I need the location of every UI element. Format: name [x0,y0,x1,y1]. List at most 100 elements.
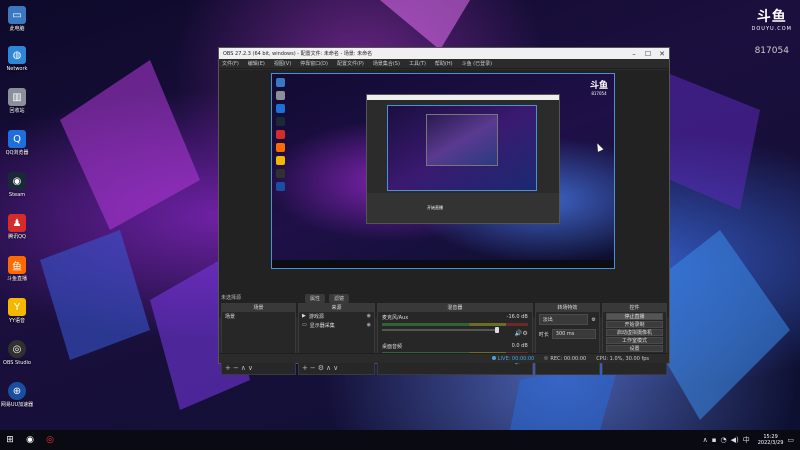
desktop-icon-network[interactable]: ◍ Network [0,46,34,72]
settings-button[interactable]: 设置 [605,345,663,352]
steam-icon: ◉ [8,172,26,190]
desktop-icon-douyu[interactable]: 鱼 斗鱼直播 [0,256,34,282]
steam-taskbar-icon[interactable]: ◉ [20,430,40,450]
volume-fader[interactable] [381,327,499,333]
obs-taskbar-icon[interactable]: ◎ [40,430,60,450]
scene-tools[interactable]: +−∧∨ [225,364,255,372]
live-label: LIVE: [497,355,511,362]
nested-obs-window: 开始直播 [366,94,560,224]
transitions-dock-title: 转场特效 [535,304,599,312]
douyu-logo: 斗鱼 [756,9,787,25]
sources-dock-title: 来源 [298,304,374,312]
windows-taskbar: ⊞ ◉ ◎ ∧ ▪ ◔ ◀) 中 15:29 2022/3/29 ▭ [0,430,800,450]
notification-icon[interactable]: ▭ [787,436,794,444]
visibility-eye-icon[interactable]: ◉ [367,313,371,320]
preview-desktop-icons [276,78,288,195]
rec-label: REC: [550,355,563,362]
transitions-dock: 转场特效 淡出 ⚙ 时长 300 ms [534,303,600,375]
windows-start-icon[interactable]: ⊞ [0,430,20,450]
menu-help[interactable]: 帮助(H) [435,60,453,67]
qq-browser-icon: Q [8,130,26,148]
studio-mode-button[interactable]: 工作室模式 [605,337,663,344]
monitor-icon: ▭ [301,322,307,328]
transition-type-row: 淡出 ⚙ [536,312,599,327]
douyu-watermark: 斗鱼 DOUYU.COM 817054 [752,6,793,56]
close-icon[interactable]: ✕ [655,50,669,58]
maximize-icon[interactable]: ☐ [641,50,655,58]
menu-file[interactable]: 文件(F) [222,60,239,67]
mixer-dock-title: 混音器 [377,304,532,312]
duration-input[interactable]: 300 ms [551,329,596,339]
desktop-icon-qq[interactable]: ♟ 腾讯QQ [0,214,34,240]
menu-tools[interactable]: 工具(T) [409,60,426,67]
obs-titlebar[interactable]: OBS 27.2.3 (64 bit, windows) - 配置文件: 未命名… [219,48,669,59]
source-list-item[interactable]: ▶ 游戏源 ◉ [299,312,374,321]
desktop-icon-recycle-bin[interactable]: ▥ 回收站 [0,88,34,114]
scenes-dock: 场景 场景 +−∧∨ [221,303,296,375]
preview-watermark: 斗鱼 817054 [590,78,608,96]
obs-docks: 场景 场景 +−∧∨ 来源 ▶ 游戏源 ◉ ▭ 显示器采集 ◉ +−⚙∧∨ 混音… [219,303,669,375]
minimize-icon[interactable]: – [627,50,641,58]
obs-window: OBS 27.2.3 (64 bit, windows) - 配置文件: 未命名… [218,47,670,375]
start-recording-button[interactable]: 开始录制 [605,321,663,328]
channel-db: -16.0 dB [506,314,528,320]
channel-name: 桌面音频 [381,344,402,350]
yy-icon: Y [8,298,26,316]
tray-app-icon[interactable]: ▪ [712,436,717,444]
douyu-url: DOUYU.COM [751,26,792,32]
cpu-status: CPU: 1.0%, 30.00 fps [596,355,649,362]
source-tools[interactable]: +−⚙∧∨ [302,364,340,372]
menu-view[interactable]: 视图(V) [274,60,291,67]
menu-douyu[interactable]: 斗鱼 (已登录) [462,60,493,67]
source-toolbar: 属性 滤镜 [305,294,350,303]
desktop-icon-label: OBS Studio [3,360,31,366]
menu-profile[interactable]: 配置文件(P) [337,60,364,67]
rec-status: REC: 00:00:00 [544,355,587,362]
desktop-icon-label: 网易UU加速器 [0,402,34,408]
game-capture-icon: ▶ [301,313,306,319]
obs-menubar: 文件(F) 编辑(E) 视图(V) 停靠窗口(D) 配置文件(P) 场景集合(S… [219,59,669,69]
stream-preview[interactable]: 斗鱼 817054 开始直播 [271,73,615,269]
desktop-icon-obs[interactable]: ◎ OBS Studio [0,340,34,366]
channel-name: 麦克风/Aux [381,315,409,321]
menu-scene-collection[interactable]: 场景集合(S) [373,60,400,67]
desktop-icon-label: Steam [8,192,26,198]
preview-area: 斗鱼 817054 开始直播 未选择源 属性 滤镜 场景 场景 +−∧∨ 来源 [219,70,669,375]
desktop-icon-this-pc[interactable]: ▭ 此电脑 [0,6,34,32]
transition-settings-icon[interactable]: ⚙ [591,317,595,323]
transition-duration-row: 时长 300 ms [536,327,599,341]
start-virtual-camera-button[interactable]: 启动虚拟摄像机 [605,329,663,336]
fader-knob[interactable] [494,327,499,333]
scene-list-item[interactable]: 场景 [222,312,295,321]
volume-meter [381,323,528,326]
desktop-icon-steam[interactable]: ◉ Steam [0,172,34,198]
visibility-eye-icon[interactable]: ◉ [367,322,371,329]
filters-button[interactable]: 滤镜 [329,294,350,303]
properties-button[interactable]: 属性 [305,294,326,303]
system-clock[interactable]: 15:29 2022/3/29 [758,434,784,446]
speaker-gear-icon[interactable]: 🔊⚙ [515,330,528,337]
stop-streaming-button[interactable]: 停止直播 [605,313,663,320]
qq-penguin-icon: ♟ [8,214,26,232]
rec-time: 00:00:00 [563,355,587,362]
desktop-icon-qq-browser[interactable]: Q QQ浏览器 [0,130,34,156]
preview-taskbar [272,260,614,268]
volume-tray-icon[interactable]: ◀) [731,436,739,444]
desktop-icon-label: 腾讯QQ [8,234,26,240]
menu-docks[interactable]: 停靠窗口(D) [300,60,328,67]
obs-icon: ◎ [8,340,26,358]
live-status: LIVE: 00:00:00 [491,355,534,362]
desktop-icon-uu[interactable]: ⊕ 网易UU加速器 [0,382,34,408]
menu-edit[interactable]: 编辑(E) [248,60,265,67]
recycle-bin-icon: ▥ [8,88,26,106]
tray-expand-icon[interactable]: ∧ [703,436,708,444]
obs-window-title: OBS 27.2.3 (64 bit, windows) - 配置文件: 未命名… [223,51,373,57]
input-method-icon[interactable]: 中 [743,435,750,445]
no-source-selected-label: 未选择源 [221,295,242,301]
network-tray-icon[interactable]: ◔ [721,436,727,444]
transition-type-select[interactable]: 淡出 [538,314,589,325]
desktop-icon-label: 此电脑 [9,26,25,32]
desktop-icon-yy[interactable]: Y YY语音 [0,298,34,324]
source-list-item[interactable]: ▭ 显示器采集 ◉ [299,321,374,330]
sources-dock: 来源 ▶ 游戏源 ◉ ▭ 显示器采集 ◉ +−⚙∧∨ [297,303,375,375]
